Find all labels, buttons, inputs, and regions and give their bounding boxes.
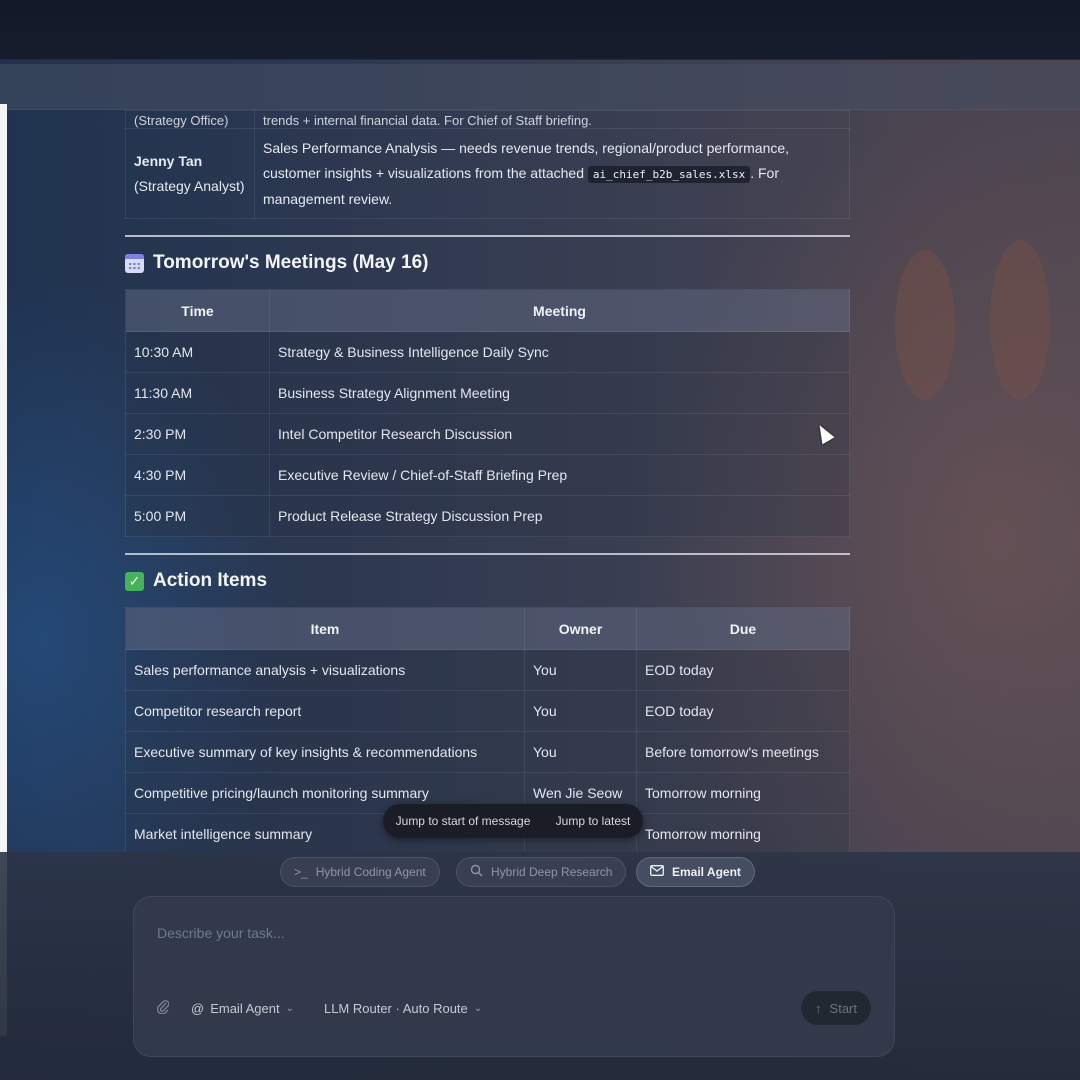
action-due: EOD today	[636, 649, 850, 691]
meeting-time: 11:30 AM	[125, 372, 270, 414]
message-content: (Strategy Office) trends + internal fina…	[125, 110, 850, 852]
jump-to-latest-button[interactable]: Jump to latest	[556, 814, 631, 828]
paperclip-icon[interactable]	[156, 999, 170, 1018]
action-owner: You	[524, 690, 637, 732]
action-due: Tomorrow morning	[636, 813, 850, 852]
bg-shape	[895, 250, 955, 400]
chat-header	[0, 64, 1080, 110]
chip-hybrid-coding-agent[interactable]: >_ Hybrid Coding Agent	[280, 857, 440, 887]
table-row: Jenny Tan (Strategy Analyst) Sales Perfo…	[125, 128, 850, 219]
action-item: Executive summary of key insights & reco…	[125, 731, 525, 773]
action-due: Before tomorrow's meetings	[636, 731, 850, 773]
meeting-name: Business Strategy Alignment Meeting	[269, 372, 850, 414]
table-row: (Strategy Office) trends + internal fina…	[125, 110, 850, 129]
meeting-row: 2:30 PM Intel Competitor Research Discuss…	[125, 413, 850, 455]
actions-title: Action Items	[153, 570, 268, 591]
column-header: Item	[125, 607, 525, 650]
agent-chips: >_ Hybrid Coding Agent Hybrid Deep Resea…	[0, 857, 1080, 887]
jump-to-start-button[interactable]: Jump to start of message	[396, 814, 531, 828]
action-row: Sales performance analysis + visualizati…	[125, 649, 850, 691]
chip-label: Email Agent	[672, 865, 741, 879]
requester-name: Jenny Tan	[134, 152, 203, 169]
meeting-row: 5:00 PM Product Release Strategy Discussi…	[125, 495, 850, 537]
task-input[interactable]: Describe your task...	[157, 925, 285, 941]
router-select[interactable]: LLM Router · Auto Route ⌄	[324, 1001, 482, 1016]
request-cell: Sales Performance Analysis — needs reven…	[254, 128, 850, 219]
action-due: Tomorrow morning	[636, 772, 850, 814]
meeting-row: 4:30 PM Executive Review / Chief-of-Staff…	[125, 454, 850, 496]
meeting-name: Intel Competitor Research Discussion	[269, 413, 850, 455]
action-owner: You	[524, 731, 637, 773]
chip-label: Hybrid Coding Agent	[315, 865, 426, 879]
terminal-icon: >_	[294, 865, 308, 879]
start-label: Start	[829, 1000, 857, 1016]
meeting-time: 4:30 PM	[125, 454, 270, 496]
column-header: Due	[636, 607, 850, 650]
column-header: Time	[125, 289, 270, 332]
arrow-up-icon: ↑	[815, 1000, 822, 1016]
meeting-name: Executive Review / Chief-of-Staff Briefi…	[269, 454, 850, 496]
meeting-row: 10:30 AM Strategy & Business Intelligence…	[125, 331, 850, 373]
agent-select-value: Email Agent	[210, 1000, 280, 1016]
chip-hybrid-deep-research[interactable]: Hybrid Deep Research	[456, 857, 627, 887]
meeting-row: 11:30 AM Business Strategy Alignment Meet…	[125, 372, 850, 414]
meeting-time: 2:30 PM	[125, 413, 270, 455]
column-header: Meeting	[269, 289, 850, 332]
action-owner: You	[524, 649, 637, 691]
meetings-title: Tomorrow's Meetings (May 16)	[153, 252, 429, 273]
meeting-name: Strategy & Business Intelligence Daily S…	[269, 331, 850, 373]
composer-toolbar: @ Email Agent ⌄ LLM Router · Auto Route …	[156, 991, 871, 1025]
chevron-down-icon: ⌄	[473, 1002, 483, 1014]
meeting-name: Product Release Strategy Discussion Prep	[269, 495, 850, 537]
at-icon: @	[191, 1000, 205, 1016]
request-cell: trends + internal financial data. For Ch…	[254, 110, 850, 129]
column-header: Owner	[524, 607, 637, 650]
action-row: Competitor research report You EOD today	[125, 690, 850, 732]
start-button[interactable]: ↑ Start	[801, 991, 871, 1025]
search-icon	[470, 864, 483, 880]
meeting-time: 10:30 AM	[125, 331, 270, 373]
requester-role: (Strategy Analyst)	[134, 177, 245, 194]
requests-table: (Strategy Office) trends + internal fina…	[125, 110, 850, 219]
file-name: ai_chief_b2b_sales.xlsx	[587, 165, 751, 183]
composer: Describe your task... @ Email Agent ⌄ LL…	[133, 896, 895, 1057]
requester-cell: (Strategy Office)	[125, 110, 255, 129]
chip-label: Hybrid Deep Research	[491, 865, 613, 879]
calendar-icon	[125, 253, 144, 273]
table-header-row: Item Owner Due	[125, 607, 850, 650]
chip-email-agent[interactable]: Email Agent	[636, 857, 755, 887]
section-heading: Tomorrow's Meetings (May 16)	[125, 237, 850, 289]
mail-icon	[650, 865, 664, 879]
action-item: Sales performance analysis + visualizati…	[125, 649, 525, 691]
meeting-time: 5:00 PM	[125, 495, 270, 537]
top-bar	[0, 0, 1080, 60]
requester-cell: Jenny Tan (Strategy Analyst)	[125, 128, 255, 219]
action-due: EOD today	[636, 690, 850, 732]
check-icon: ✓	[125, 571, 144, 591]
jump-pill: Jump to start of message Jump to latest	[383, 804, 643, 838]
agent-select[interactable]: @ Email Agent ⌄	[191, 1001, 294, 1016]
router-select-value: LLM Router · Auto Route	[323, 1000, 468, 1016]
chevron-down-icon: ⌄	[285, 1002, 294, 1014]
action-item: Competitor research report	[125, 690, 525, 732]
meetings-table: Time Meeting 10:30 AM Strategy & Business…	[125, 289, 850, 537]
bg-shape	[990, 240, 1050, 400]
section-heading: ✓ Action Items	[125, 555, 850, 607]
action-row: Executive summary of key insights & reco…	[125, 731, 850, 773]
table-header-row: Time Meeting	[125, 289, 850, 332]
